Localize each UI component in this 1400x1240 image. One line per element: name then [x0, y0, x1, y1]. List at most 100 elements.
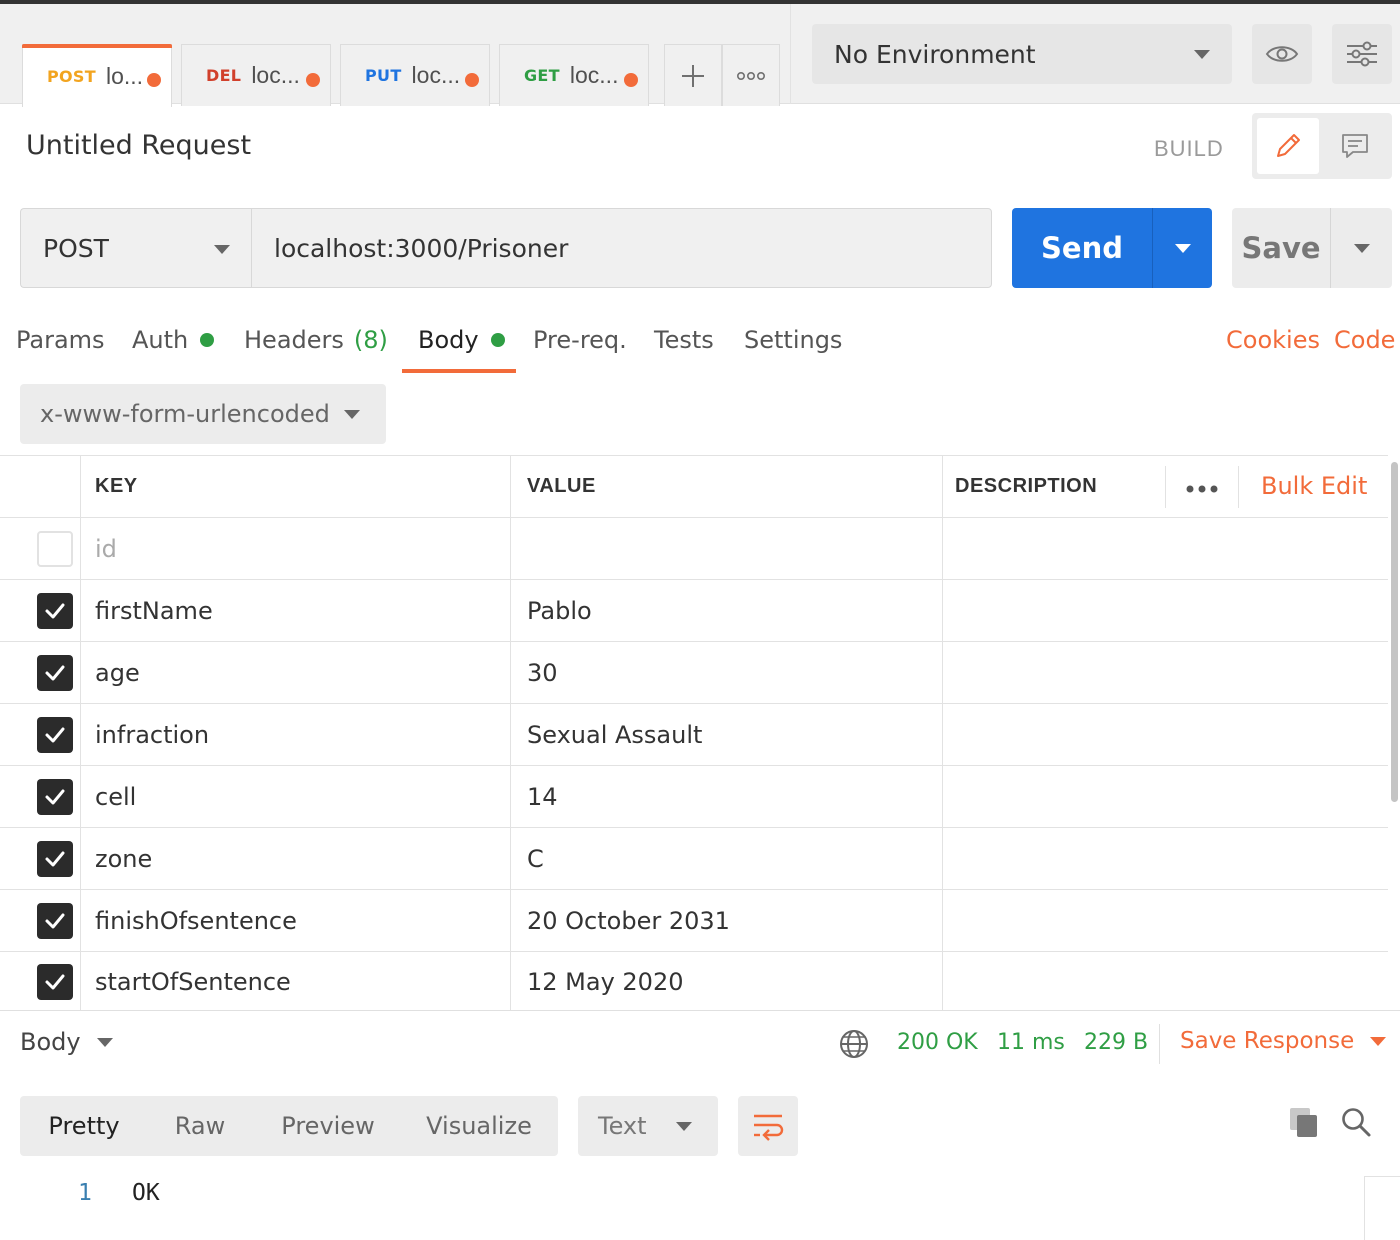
key-cell[interactable]: cell	[81, 766, 511, 827]
search-icon[interactable]	[1340, 1106, 1372, 1143]
checkmark-icon	[45, 665, 65, 680]
tab-auth-label: Auth	[132, 326, 189, 354]
comments-button[interactable]	[1324, 118, 1386, 174]
new-tab-button[interactable]	[664, 44, 722, 106]
key-cell[interactable]: age	[81, 642, 511, 703]
tab-prereq[interactable]: Pre-req.	[533, 326, 627, 354]
tab-headers[interactable]: Headers (8)	[244, 326, 388, 354]
manage-environments-button[interactable]	[1332, 24, 1392, 84]
table-header-row: KEY VALUE DESCRIPTION Bulk Edit	[0, 456, 1388, 518]
wrap-lines-icon	[754, 1114, 784, 1141]
http-method-select[interactable]: POST	[20, 208, 252, 288]
value-input[interactable]	[511, 518, 943, 579]
key-cell[interactable]: startOfSentence	[81, 952, 511, 1011]
save-button[interactable]: Save	[1232, 208, 1330, 288]
value-cell[interactable]: 30	[511, 642, 943, 703]
environment-selected-value: No Environment	[834, 39, 1036, 69]
body-type-select[interactable]: x-www-form-urlencoded	[20, 384, 386, 444]
value-cell[interactable]: 14	[511, 766, 943, 827]
response-divider-vertical	[1159, 1024, 1160, 1064]
checkmark-icon	[45, 974, 65, 989]
row-checkbox[interactable]	[37, 963, 73, 1000]
row-checkbox[interactable]	[37, 654, 73, 691]
tab-get-request[interactable]: GET loc...	[499, 44, 649, 106]
tab-delete-request[interactable]: DEL loc...	[181, 44, 331, 106]
row-checkbox[interactable]	[37, 716, 73, 753]
chevron-down-icon	[96, 1037, 113, 1047]
cookies-link[interactable]: Cookies	[1226, 326, 1320, 354]
description-cell[interactable]	[943, 952, 1388, 1011]
tab-options-button[interactable]	[722, 44, 780, 106]
build-mode-button[interactable]	[1257, 118, 1319, 174]
ellipsis-icon	[736, 71, 765, 80]
tab-body[interactable]: Body	[418, 326, 505, 354]
key-cell[interactable]: infraction	[81, 704, 511, 765]
copy-icon[interactable]	[1288, 1106, 1320, 1145]
row-checkbox[interactable]	[37, 592, 73, 629]
description-cell[interactable]	[943, 704, 1388, 765]
checkbox-cell	[0, 580, 81, 641]
tab-prereq-label: Pre-req.	[533, 326, 627, 354]
wrap-lines-button[interactable]	[738, 1096, 798, 1156]
tab-method-badge: GET	[524, 66, 560, 85]
value-cell[interactable]: C	[511, 828, 943, 889]
table-scrollbar[interactable]	[1391, 462, 1398, 802]
view-raw-button[interactable]: Raw	[148, 1096, 252, 1156]
send-button[interactable]: Send	[1012, 208, 1152, 288]
description-cell[interactable]	[943, 580, 1388, 641]
value-cell[interactable]: Pablo	[511, 580, 943, 641]
table-options-button[interactable]	[1185, 478, 1219, 501]
key-cell[interactable]: finishOfsentence	[81, 890, 511, 951]
response-body-text[interactable]: OK	[132, 1180, 160, 1206]
description-cell[interactable]	[943, 890, 1388, 951]
response-status[interactable]: 200 OK	[897, 1030, 978, 1055]
row-checkbox[interactable]	[37, 778, 73, 815]
tab-params[interactable]: Params	[16, 326, 105, 354]
environment-quick-look-button[interactable]	[1252, 24, 1312, 84]
response-format-select[interactable]: Text	[578, 1096, 718, 1156]
value-cell[interactable]: Sexual Assault	[511, 704, 943, 765]
value-cell[interactable]: 20 October 2031	[511, 890, 943, 951]
save-options-button[interactable]	[1330, 208, 1392, 288]
view-pretty-button[interactable]: Pretty	[20, 1096, 148, 1156]
checkbox-cell	[0, 766, 81, 827]
tab-settings[interactable]: Settings	[744, 326, 842, 354]
tab-auth[interactable]: Auth	[132, 326, 215, 354]
tab-label: loc...	[569, 62, 619, 88]
response-scroll-track[interactable]	[1364, 1176, 1400, 1240]
row-checkbox[interactable]	[37, 902, 73, 939]
key-input[interactable]: id	[81, 518, 511, 579]
request-title[interactable]: Untitled Request	[26, 130, 251, 161]
response-size[interactable]: 229 B	[1084, 1030, 1148, 1055]
row-checkbox[interactable]	[37, 840, 73, 877]
response-time[interactable]: 11 ms	[997, 1030, 1065, 1055]
form-data-table: KEY VALUE DESCRIPTION Bulk Edit id first…	[0, 455, 1388, 1011]
checkbox-cell	[0, 704, 81, 765]
globe-icon[interactable]	[838, 1028, 870, 1065]
code-link[interactable]: Code	[1334, 326, 1395, 354]
description-cell[interactable]	[943, 766, 1388, 827]
comment-icon	[1342, 134, 1368, 158]
description-input[interactable]	[943, 518, 1388, 579]
bulk-edit-link[interactable]: Bulk Edit	[1261, 472, 1367, 500]
tab-post-request[interactable]: POST lo...	[22, 44, 172, 107]
tab-label: loc...	[411, 62, 461, 88]
description-cell[interactable]	[943, 642, 1388, 703]
url-input[interactable]	[251, 208, 992, 288]
save-response-button[interactable]: Save Response	[1180, 1028, 1387, 1054]
tab-tests[interactable]: Tests	[654, 326, 714, 354]
key-cell[interactable]: zone	[81, 828, 511, 889]
environment-select[interactable]: No Environment	[812, 24, 1232, 84]
mode-toggle	[1252, 113, 1392, 179]
view-visualize-button[interactable]: Visualize	[404, 1096, 554, 1156]
response-section-select[interactable]: Body	[20, 1028, 113, 1056]
description-cell[interactable]	[943, 828, 1388, 889]
value-cell[interactable]: 12 May 2020	[511, 952, 943, 1011]
send-options-button[interactable]	[1152, 208, 1212, 288]
view-preview-button[interactable]: Preview	[252, 1096, 404, 1156]
mode-label: BUILD	[1154, 136, 1224, 161]
tab-put-request[interactable]: PUT loc...	[340, 44, 490, 106]
column-header-key: KEY	[81, 456, 511, 517]
key-cell[interactable]: firstName	[81, 580, 511, 641]
row-checkbox[interactable]	[37, 530, 73, 567]
